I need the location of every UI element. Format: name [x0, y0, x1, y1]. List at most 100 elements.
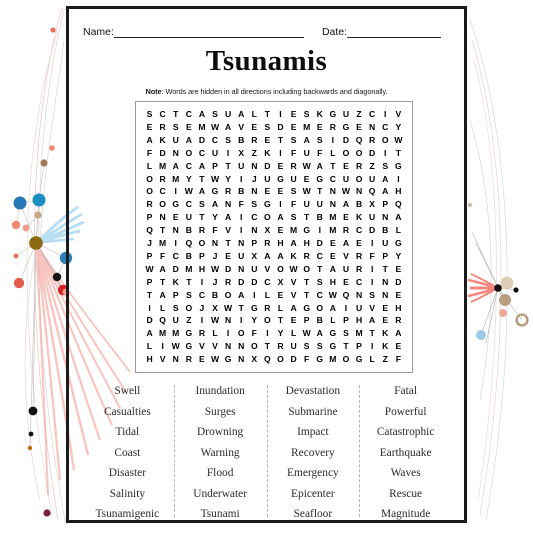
grid-cell[interactable]: E	[379, 301, 392, 314]
grid-cell[interactable]: L	[156, 301, 169, 314]
grid-cell[interactable]: A	[195, 185, 208, 198]
word-list-item[interactable]: Surges	[205, 402, 236, 423]
grid-cell[interactable]: G	[326, 108, 339, 121]
grid-cell[interactable]: F	[235, 198, 248, 211]
grid-cell[interactable]: F	[156, 250, 169, 263]
word-list-item[interactable]: Inundation	[195, 381, 244, 402]
grid-cell[interactable]: T	[182, 276, 195, 289]
grid-cell[interactable]: A	[195, 108, 208, 121]
grid-cell[interactable]: D	[392, 276, 405, 289]
grid-cell[interactable]: C	[353, 276, 366, 289]
grid-cell[interactable]: J	[208, 250, 221, 263]
grid-cell[interactable]: F	[300, 353, 313, 366]
grid-cell[interactable]: R	[300, 250, 313, 263]
grid-cell[interactable]: T	[326, 160, 339, 173]
grid-cell[interactable]: T	[274, 134, 287, 147]
grid-cell[interactable]: I	[222, 327, 235, 340]
grid-cell[interactable]: S	[379, 160, 392, 173]
grid-cell[interactable]: C	[366, 108, 379, 121]
grid-cell[interactable]: P	[208, 160, 221, 173]
grid-cell[interactable]: N	[353, 185, 366, 198]
grid-cell[interactable]: O	[143, 185, 156, 198]
grid-cell[interactable]: A	[143, 134, 156, 147]
grid-cell[interactable]: A	[300, 134, 313, 147]
grid-cell[interactable]: E	[143, 121, 156, 134]
grid-cell[interactable]: A	[169, 160, 182, 173]
grid-cell[interactable]: Q	[261, 353, 274, 366]
grid-cell[interactable]: N	[169, 147, 182, 160]
grid-cell[interactable]: C	[248, 211, 261, 224]
grid-cell[interactable]: R	[182, 353, 195, 366]
grid-cell[interactable]: L	[274, 301, 287, 314]
grid-cell[interactable]: F	[366, 250, 379, 263]
grid-cell[interactable]: T	[300, 288, 313, 301]
grid-cell[interactable]: G	[300, 224, 313, 237]
grid-cell[interactable]: C	[326, 172, 339, 185]
grid-cell[interactable]: G	[339, 121, 352, 134]
grid-cell[interactable]: M	[156, 327, 169, 340]
grid-cell[interactable]: E	[195, 353, 208, 366]
grid-cell[interactable]: V	[339, 250, 352, 263]
grid-cell[interactable]: A	[274, 211, 287, 224]
grid-cell[interactable]: U	[366, 211, 379, 224]
grid-cell[interactable]: I	[195, 314, 208, 327]
grid-cell[interactable]: T	[235, 301, 248, 314]
grid-cell[interactable]: M	[169, 172, 182, 185]
grid-cell[interactable]: R	[353, 160, 366, 173]
grid-cell[interactable]: G	[353, 353, 366, 366]
word-list-item[interactable]: Warning	[201, 443, 240, 464]
word-list-item[interactable]: Epicenter	[291, 484, 335, 505]
grid-cell[interactable]: I	[169, 185, 182, 198]
grid-cell[interactable]: R	[274, 340, 287, 353]
grid-cell[interactable]: O	[313, 301, 326, 314]
grid-cell[interactable]: Z	[353, 108, 366, 121]
grid-cell[interactable]: S	[300, 108, 313, 121]
grid-cell[interactable]: G	[313, 172, 326, 185]
grid-cell[interactable]: X	[248, 250, 261, 263]
word-list-item[interactable]: Powerful	[385, 402, 427, 423]
grid-cell[interactable]: C	[156, 108, 169, 121]
grid-cell[interactable]: Z	[248, 147, 261, 160]
grid-cell[interactable]: I	[235, 314, 248, 327]
grid-cell[interactable]: T	[274, 314, 287, 327]
grid-cell[interactable]: M	[182, 263, 195, 276]
grid-cell[interactable]: B	[379, 224, 392, 237]
grid-cell[interactable]: N	[222, 340, 235, 353]
grid-cell[interactable]: O	[195, 237, 208, 250]
word-list-item[interactable]: Devastation	[286, 381, 340, 402]
grid-cell[interactable]: S	[248, 198, 261, 211]
grid-cell[interactable]: I	[392, 172, 405, 185]
grid-cell[interactable]: R	[195, 327, 208, 340]
grid-cell[interactable]: A	[195, 160, 208, 173]
grid-cell[interactable]: D	[261, 160, 274, 173]
grid-cell[interactable]: F	[287, 198, 300, 211]
grid-cell[interactable]: U	[248, 263, 261, 276]
grid-cell[interactable]: U	[339, 172, 352, 185]
word-list-item[interactable]: Tsunamigenic	[96, 504, 160, 525]
grid-cell[interactable]: W	[300, 327, 313, 340]
grid-cell[interactable]: D	[143, 314, 156, 327]
grid-cell[interactable]: E	[248, 121, 261, 134]
word-search-grid[interactable]: SCTCASUALTIESKGUZCIVERSEMWAVESDEMERGENCY…	[135, 101, 413, 373]
grid-cell[interactable]: D	[169, 263, 182, 276]
grid-cell[interactable]: A	[222, 211, 235, 224]
grid-cell[interactable]: O	[379, 134, 392, 147]
grid-cell[interactable]: N	[222, 198, 235, 211]
grid-cell[interactable]: N	[156, 211, 169, 224]
grid-cell[interactable]: S	[313, 340, 326, 353]
grid-cell[interactable]: Q	[339, 288, 352, 301]
grid-cell[interactable]: A	[143, 327, 156, 340]
grid-cell[interactable]: O	[143, 172, 156, 185]
grid-cell[interactable]: A	[222, 121, 235, 134]
grid-cell[interactable]: O	[182, 301, 195, 314]
grid-cell[interactable]: H	[195, 263, 208, 276]
grid-cell[interactable]: L	[287, 327, 300, 340]
grid-cell[interactable]: G	[313, 353, 326, 366]
word-list-item[interactable]: Disaster	[109, 463, 146, 484]
grid-cell[interactable]: T	[366, 327, 379, 340]
grid-cell[interactable]: D	[339, 134, 352, 147]
grid-cell[interactable]: C	[195, 147, 208, 160]
grid-cell[interactable]: A	[274, 250, 287, 263]
grid-cell[interactable]: A	[366, 314, 379, 327]
grid-cell[interactable]: R	[326, 121, 339, 134]
